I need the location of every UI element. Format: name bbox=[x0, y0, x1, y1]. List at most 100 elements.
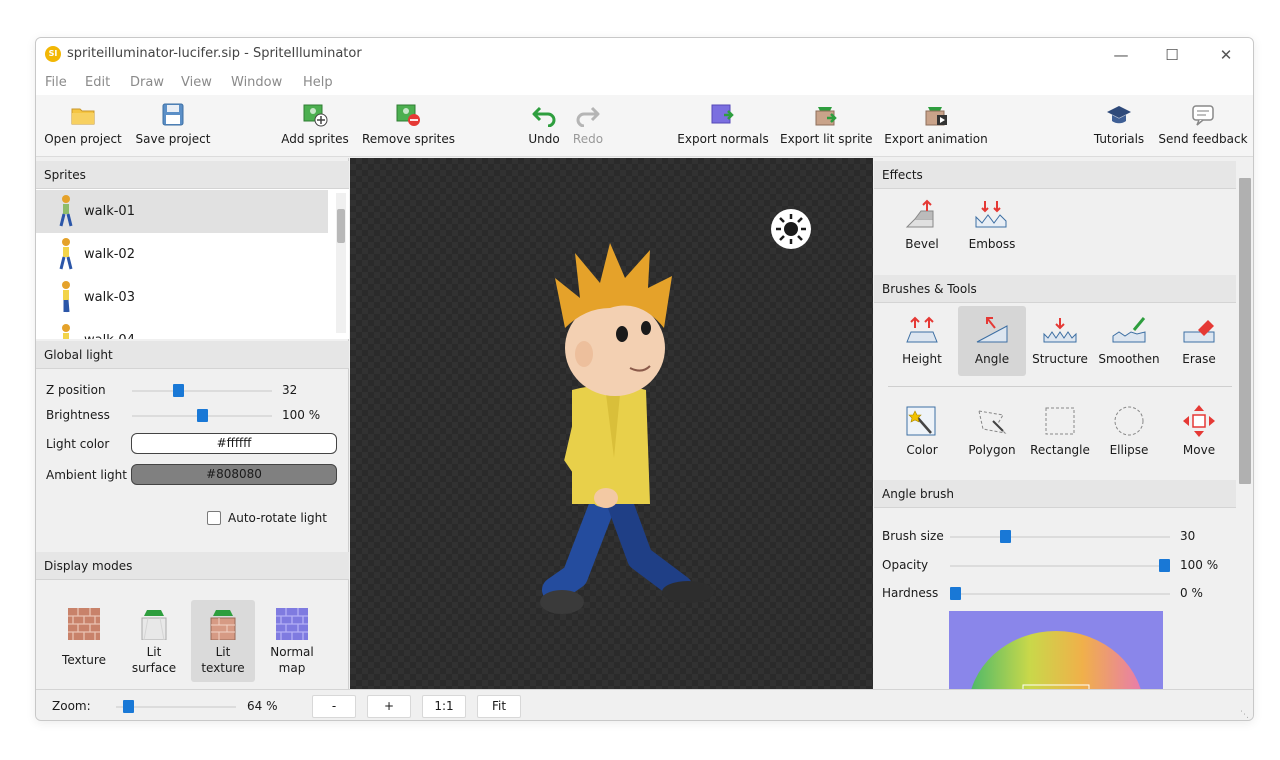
sprite-row-walk-01[interactable]: walk-01 bbox=[36, 190, 328, 233]
display-mode-lit-texture[interactable]: Lit texture bbox=[191, 600, 255, 682]
normal-map-icon bbox=[276, 608, 308, 640]
main-toolbar: Open project Save project Add sprites Re… bbox=[36, 95, 1253, 157]
tool-move-button[interactable]: Move bbox=[1165, 397, 1233, 467]
zoom-slider[interactable] bbox=[116, 706, 236, 708]
polygon-icon bbox=[973, 405, 1011, 437]
menu-help[interactable]: Help bbox=[303, 75, 333, 90]
menu-window[interactable]: Window bbox=[231, 75, 282, 90]
lit-surface-label: Lit surface bbox=[131, 645, 177, 675]
brush-size-slider-handle[interactable] bbox=[1000, 530, 1012, 543]
brush-size-label: Brush size bbox=[882, 529, 944, 543]
right-panel: Effects Bevel Emboss Brushes & Tools Hei… bbox=[874, 158, 1253, 689]
effect-emboss-button[interactable]: Emboss bbox=[958, 191, 1026, 261]
folder-icon bbox=[70, 103, 96, 127]
sprite-row-walk-03[interactable]: walk-03 bbox=[36, 276, 328, 319]
redo-button[interactable]: Redo bbox=[568, 99, 608, 153]
close-button[interactable]: ✕ bbox=[1206, 42, 1246, 68]
normal-map-label: Normal map bbox=[270, 645, 314, 675]
light-source-handle[interactable] bbox=[771, 209, 811, 249]
brightness-slider-handle[interactable] bbox=[196, 409, 208, 422]
add-sprite-icon bbox=[302, 103, 328, 127]
export-lit-sprite-icon bbox=[813, 103, 839, 127]
display-mode-lit-surface[interactable]: Lit surface bbox=[122, 600, 186, 682]
brushes-tools-header: Brushes & Tools bbox=[874, 275, 1236, 303]
tutorials-button[interactable]: Tutorials bbox=[1090, 99, 1148, 153]
open-project-button[interactable]: Open project bbox=[44, 99, 122, 153]
ambient-light-field[interactable]: #808080 bbox=[131, 464, 337, 485]
opacity-label: Opacity bbox=[882, 558, 929, 572]
menu-edit[interactable]: Edit bbox=[85, 75, 110, 90]
opacity-slider[interactable] bbox=[950, 565, 1170, 567]
hardness-slider-handle[interactable] bbox=[950, 587, 961, 600]
tool-height-button[interactable]: Height bbox=[888, 306, 956, 376]
display-mode-normal-map[interactable]: Normal map bbox=[260, 600, 324, 682]
character-sprite bbox=[540, 243, 714, 614]
app-logo-icon: SI bbox=[45, 46, 61, 62]
ambient-light-label: Ambient light bbox=[46, 468, 127, 482]
zoom-out-button[interactable]: - bbox=[312, 695, 356, 718]
brush-size-slider[interactable] bbox=[950, 536, 1170, 538]
sprite-list-scrollbar[interactable] bbox=[336, 193, 346, 333]
window-title: spriteilluminator-lucifer.sip - SpriteIl… bbox=[67, 46, 362, 61]
export-normals-icon bbox=[710, 103, 736, 127]
zoom-in-button[interactable]: + bbox=[367, 695, 411, 718]
hardness-value: 0 % bbox=[1180, 586, 1203, 600]
rectangle-select-icon bbox=[1041, 405, 1079, 437]
tool-rectangle-button[interactable]: Rectangle bbox=[1026, 397, 1094, 467]
maximize-button[interactable]: ☐ bbox=[1152, 42, 1192, 68]
sprite-thumbnail-icon bbox=[58, 237, 74, 272]
tool-polygon-button[interactable]: Polygon bbox=[958, 397, 1026, 467]
hardness-row: Hardness 0 % bbox=[874, 583, 1236, 605]
menu-draw[interactable]: Draw bbox=[130, 75, 164, 90]
display-mode-texture[interactable]: Texture bbox=[52, 600, 116, 682]
export-normals-button[interactable]: Export normals bbox=[676, 99, 770, 153]
add-sprites-button[interactable]: Add sprites bbox=[280, 99, 350, 153]
minimize-button[interactable]: — bbox=[1101, 42, 1141, 68]
resize-grip-icon[interactable]: ⋱ bbox=[1240, 710, 1249, 720]
brightness-row: Brightness 100 % bbox=[36, 405, 349, 427]
emboss-icon bbox=[973, 199, 1011, 231]
sprite-row-walk-02[interactable]: walk-02 bbox=[36, 233, 328, 276]
redo-arrow-icon bbox=[575, 103, 601, 128]
tool-erase-button[interactable]: Erase bbox=[1165, 306, 1233, 376]
hardness-slider[interactable] bbox=[950, 593, 1170, 595]
sprite-thumbnail-icon bbox=[58, 323, 74, 339]
scrollbar-thumb[interactable] bbox=[337, 209, 345, 243]
sprite-row-walk-04[interactable]: walk-04 bbox=[36, 319, 328, 339]
sprite-preview bbox=[540, 209, 811, 614]
undo-button[interactable]: Undo bbox=[524, 99, 564, 153]
tool-color-button[interactable]: Color bbox=[888, 397, 956, 467]
structure-icon bbox=[1041, 314, 1079, 346]
sprite-canvas[interactable] bbox=[350, 158, 873, 689]
send-feedback-button[interactable]: Send feedback bbox=[1156, 99, 1250, 153]
z-position-slider-handle[interactable] bbox=[173, 384, 185, 397]
right-panel-scrollbar[interactable] bbox=[1239, 178, 1251, 484]
effect-bevel-button[interactable]: Bevel bbox=[888, 191, 956, 261]
menu-file[interactable]: File bbox=[45, 75, 67, 90]
tool-smoothen-button[interactable]: Smoothen bbox=[1095, 306, 1163, 376]
export-animation-button[interactable]: Export animation bbox=[884, 99, 988, 153]
remove-sprites-button[interactable]: Remove sprites bbox=[362, 99, 455, 153]
zoom-label: Zoom: bbox=[52, 699, 91, 713]
lit-texture-icon bbox=[207, 608, 239, 641]
tool-structure-button[interactable]: Structure bbox=[1026, 306, 1094, 376]
z-position-slider[interactable] bbox=[132, 390, 272, 392]
export-lit-sprite-button[interactable]: Export lit sprite bbox=[780, 99, 873, 153]
opacity-slider-handle[interactable] bbox=[1159, 559, 1170, 572]
menu-view[interactable]: View bbox=[181, 75, 212, 90]
brick-texture-icon bbox=[68, 608, 100, 640]
move-arrows-icon bbox=[1180, 405, 1218, 437]
smoothen-icon bbox=[1110, 314, 1148, 346]
graduation-cap-icon bbox=[1106, 103, 1132, 127]
left-panel: Sprites walk-01 walk-02 walk-03 Global l… bbox=[36, 158, 349, 689]
save-project-button[interactable]: Save project bbox=[134, 99, 212, 153]
eraser-icon bbox=[1180, 314, 1218, 346]
angle-brush-header: Angle brush bbox=[874, 480, 1236, 508]
light-color-field[interactable]: #ffffff bbox=[131, 433, 337, 454]
zoom-actual-size-button[interactable]: 1:1 bbox=[422, 695, 466, 718]
tool-ellipse-button[interactable]: Ellipse bbox=[1095, 397, 1163, 467]
zoom-fit-button[interactable]: Fit bbox=[477, 695, 521, 718]
tool-angle-button[interactable]: Angle bbox=[958, 306, 1026, 376]
zoom-slider-handle[interactable] bbox=[122, 700, 134, 713]
auto-rotate-checkbox[interactable] bbox=[207, 511, 221, 525]
